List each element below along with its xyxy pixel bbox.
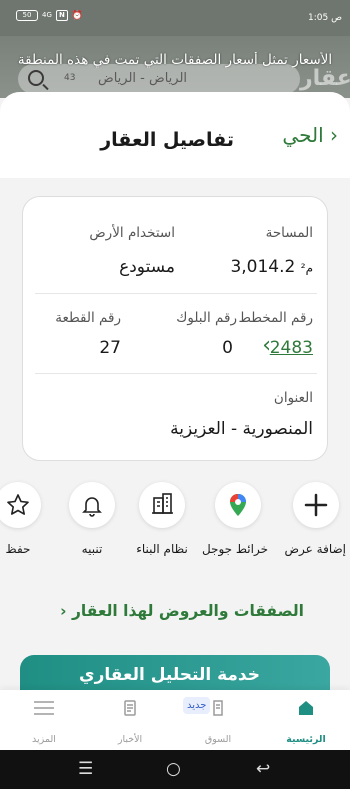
sheet-header: ‹ الحي تفاصيل العقار (0, 92, 350, 178)
area-value: م² 3,014.2 (230, 257, 313, 277)
bottom-navigation: الرئيسية السوق الأخبار المزيد (0, 690, 350, 750)
property-details-sheet: ‹ الحي تفاصيل العقار المساحة استخدام الأ… (0, 92, 350, 692)
google-maps-label: خرائط جوجل (201, 542, 268, 556)
chevron-left-icon: ‹ (60, 602, 72, 620)
chevron-left-icon: ‹ (323, 123, 338, 147)
map-count-badge: 43 (64, 73, 76, 83)
plan-number-link[interactable]: 2483 (270, 338, 313, 358)
nav-item-home[interactable]: الرئيسية (276, 698, 336, 745)
google-maps-pin-icon (215, 482, 261, 528)
google-maps-button[interactable]: خرائط جوجل (201, 482, 268, 556)
back-to-district-link[interactable]: ‹ الحي (282, 123, 338, 147)
news-icon (100, 698, 160, 718)
land-use-label: استخدام الأرض (89, 225, 175, 241)
property-info-card: المساحة استخدام الأرض م² 3,014.2 مستودع … (22, 196, 328, 461)
back-icon[interactable]: ↩ (256, 759, 270, 779)
alarm-icon: ⏰ (71, 10, 84, 21)
divider (35, 293, 317, 294)
new-badge: جديد (183, 697, 211, 714)
map-search-text: الرياض - الرياض (98, 71, 188, 86)
area-number: 3,014.2 (230, 257, 296, 277)
map-price-note: الأسعار تمثل أسعار الصفقات التي تمت في ه… (17, 52, 333, 68)
building-icon (139, 482, 185, 528)
banner-title: خدمة التحليل العقاري (79, 665, 260, 685)
plan-number-label: رقم المخطط (238, 310, 313, 326)
nav-item-more[interactable]: المزيد (14, 698, 74, 745)
building-system-label: نظام البناء (136, 542, 188, 556)
page-title: تفاصيل العقار (100, 129, 234, 151)
nav-label-market: السوق (204, 734, 232, 745)
back-label: الحي (282, 123, 324, 147)
land-use-value: مستودع (119, 257, 175, 277)
nav-label-news: الأخبار (117, 734, 143, 745)
status-time: 1:05 ص (308, 13, 342, 23)
map-search-bar[interactable]: الرياض - الرياض (18, 64, 300, 94)
nav-label-more: المزيد (32, 734, 56, 745)
alert-label: تنبيه (81, 542, 103, 556)
address-label: العنوان (273, 390, 313, 406)
home-icon (276, 698, 336, 718)
save-label: حفظ (5, 542, 31, 556)
nfc-icon: N (55, 10, 68, 21)
address-value: المنصورية - العزيزية (170, 419, 313, 439)
menu-icon (14, 698, 74, 718)
deals-and-offers-link[interactable]: الصفقات والعروض لهذا العقار ‹ (60, 602, 304, 620)
building-system-button[interactable]: نظام البناء (132, 482, 192, 556)
area-unit: م² (300, 261, 313, 275)
plus-icon (293, 482, 339, 528)
status-bar: 50 4G N ⏰ 1:05 ص (0, 0, 350, 36)
map-watermark-logo: عقار (300, 66, 350, 91)
alert-button[interactable]: تنبيه (62, 482, 122, 556)
nav-item-news[interactable]: الأخبار (100, 698, 160, 745)
block-number-label: رقم البلوك (176, 310, 237, 326)
bell-icon (69, 482, 115, 528)
block-number-value: 0 (222, 338, 233, 358)
action-buttons-row: إضافة عرض خرائط جوجل نظام البناء تنبيه ح… (0, 482, 350, 562)
signal-icon: 4G (42, 11, 52, 19)
area-label: المساحة (265, 225, 313, 241)
search-icon[interactable] (28, 70, 44, 86)
recent-apps-icon[interactable]: ☰ (78, 759, 93, 779)
plot-number-value: 27 (99, 338, 121, 358)
add-offer-label: إضافة عرض (284, 542, 346, 556)
deals-link-label: الصفقات والعروض لهذا العقار (71, 602, 304, 620)
nav-label-home: الرئيسية (286, 734, 326, 745)
divider (35, 373, 317, 374)
star-icon (0, 482, 41, 528)
home-circle-icon[interactable]: ○ (166, 759, 181, 779)
save-button[interactable]: حفظ (0, 482, 48, 556)
real-estate-analysis-banner[interactable]: خدمة التحليل العقاري (20, 655, 330, 692)
battery-icon: 50 (16, 10, 38, 21)
status-icons: 50 4G N ⏰ (16, 10, 83, 21)
system-navigation-bar: ☰ ○ ↩ (0, 750, 350, 789)
add-offer-button[interactable]: إضافة عرض (284, 482, 346, 556)
plot-number-label: رقم القطعة (55, 310, 121, 326)
